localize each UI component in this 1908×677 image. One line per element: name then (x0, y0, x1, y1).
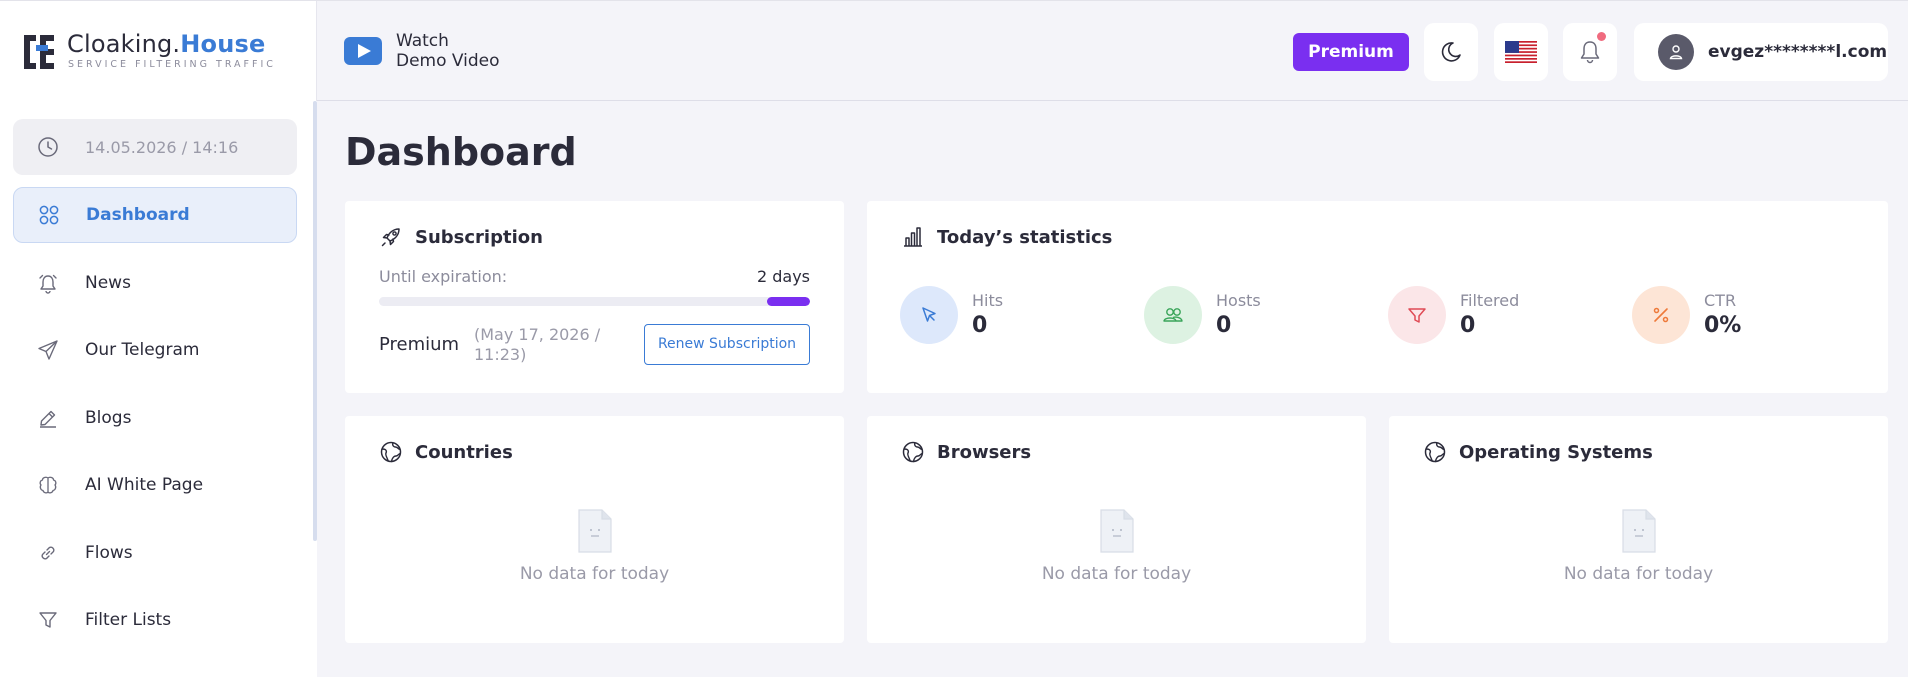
page-title: Dashboard (345, 130, 577, 174)
us-flag-icon (1505, 41, 1537, 63)
stat-hits-circle (900, 286, 958, 344)
until-expiration-value: 2 days (756, 267, 810, 286)
alarm-icon (37, 272, 59, 294)
play-icon (344, 37, 382, 65)
empty-state: No data for today (345, 508, 844, 584)
datetime-display: 14.05.2026 / 14:16 (13, 119, 297, 175)
theme-toggle-button[interactable] (1424, 23, 1478, 81)
stat-hosts-value: 0 (1216, 313, 1232, 338)
globe-icon (902, 441, 924, 463)
until-expiration-label: Until expiration: (379, 267, 508, 286)
statistics-title: Today’s statistics (901, 225, 1112, 249)
empty-state-text: No data for today (1563, 564, 1714, 584)
subscription-card: Subscription Until expiration: 2 days Pr… (345, 201, 844, 393)
cursor-icon (922, 307, 936, 322)
datetime-text: 14.05.2026 / 14:16 (85, 137, 239, 157)
sidebar-item-label: News (85, 273, 131, 293)
avatar (1658, 34, 1694, 70)
premium-button[interactable]: Premium (1293, 33, 1409, 71)
browsers-title: Browsers (901, 440, 1031, 464)
stat-hits-value: 0 (972, 313, 988, 338)
top-header: Cloaking.House SERVICE FILTERING TRAFFIC… (0, 0, 1908, 102)
sidebar-scrollbar[interactable] (313, 101, 317, 541)
stat-hits-label: Hits (972, 291, 1004, 310)
sidebar-item-label: Flows (85, 543, 133, 563)
subscription-progress-fill (766, 297, 810, 306)
sidebar-item-label: AI White Page (85, 475, 204, 495)
empty-file-icon (1621, 509, 1656, 553)
renew-subscription-button[interactable]: Renew Subscription (644, 324, 810, 365)
users-icon (1163, 308, 1183, 322)
stat-ctr-circle (1632, 286, 1690, 344)
operating-systems-title: Operating Systems (1423, 440, 1653, 464)
plan-name: Premium (379, 334, 460, 355)
language-selector[interactable] (1494, 23, 1548, 81)
send-icon (37, 339, 59, 361)
grid-icon (38, 204, 60, 226)
logo-tagline: SERVICE FILTERING TRAFFIC (68, 59, 276, 70)
operating-systems-card: Operating Systems No data for today (1389, 416, 1888, 643)
empty-file-icon (577, 509, 612, 553)
empty-state: No data for today (867, 508, 1366, 584)
empty-state: No data for today (1389, 508, 1888, 584)
browsers-card: Browsers No data for today (867, 416, 1366, 643)
stat-filtered: Filtered 0 (1388, 286, 1519, 344)
filter-icon (1408, 308, 1426, 323)
notifications-button[interactable] (1563, 23, 1617, 81)
sidebar: 14.05.2026 / 14:16 Dashboard News Our Te… (0, 101, 317, 677)
stat-filtered-circle (1388, 286, 1446, 344)
bar-chart-icon (904, 227, 922, 247)
user-menu[interactable]: evgez********l.com (1634, 23, 1888, 81)
sidebar-item-label: Dashboard (86, 205, 190, 225)
watch-demo-video-link[interactable]: Watch Demo Video (344, 31, 500, 71)
brain-icon (37, 474, 59, 496)
sidebar-item-ai-white-page[interactable]: AI White Page (13, 457, 297, 513)
stat-hits: Hits 0 (900, 286, 1003, 344)
stat-ctr-value: 0% (1704, 313, 1742, 338)
empty-state-text: No data for today (1041, 564, 1192, 584)
logo[interactable]: Cloaking.House SERVICE FILTERING TRAFFIC (0, 1, 317, 102)
stat-hosts-circle (1144, 286, 1202, 344)
sidebar-item-label: Our Telegram (85, 340, 200, 360)
globe-icon (380, 441, 402, 463)
stat-filtered-value: 0 (1460, 313, 1476, 338)
user-icon (1669, 45, 1683, 60)
moon-icon (1441, 42, 1461, 62)
stat-hosts: Hosts 0 (1144, 286, 1261, 344)
sidebar-item-filter-lists[interactable]: Filter Lists (13, 592, 297, 648)
edit-icon (37, 407, 59, 429)
clock-icon (37, 136, 59, 158)
sidebar-item-our-telegram[interactable]: Our Telegram (13, 322, 297, 378)
logo-mark-icon (24, 35, 54, 69)
empty-state-text: No data for today (519, 564, 670, 584)
link-icon (37, 542, 59, 564)
todays-statistics-card: Today’s statistics Hits 0 Hosts 0 Filter… (867, 201, 1888, 393)
sidebar-item-label: Blogs (85, 408, 132, 428)
watch-demo-text: Watch Demo Video (396, 31, 500, 71)
stat-hosts-label: Hosts (1216, 291, 1261, 310)
sidebar-item-blogs[interactable]: Blogs (13, 390, 297, 446)
notification-dot (1597, 32, 1606, 41)
countries-title: Countries (379, 440, 513, 464)
subscription-progress-bar (379, 297, 810, 306)
sidebar-item-label: Filter Lists (85, 610, 172, 630)
logo-text: Cloaking.House (67, 30, 266, 58)
plan-expiration-date: (May 17, 2026 / 11:23) (474, 325, 601, 364)
stat-ctr-label: CTR (1704, 291, 1737, 310)
rocket-icon (381, 228, 400, 247)
percent-icon (1653, 307, 1669, 323)
countries-card: Countries No data for today (345, 416, 844, 643)
stat-filtered-label: Filtered (1460, 291, 1520, 310)
filter-icon (37, 609, 59, 631)
sidebar-item-dashboard[interactable]: Dashboard (13, 187, 297, 243)
stat-ctr: CTR 0% (1632, 286, 1741, 344)
subscription-title: Subscription (379, 225, 543, 249)
bell-icon (1580, 41, 1600, 64)
empty-file-icon (1099, 509, 1134, 553)
sidebar-item-news[interactable]: News (13, 255, 297, 311)
globe-icon (1424, 441, 1446, 463)
user-email: evgez********l.com (1708, 42, 1888, 62)
sidebar-item-flows[interactable]: Flows (13, 525, 297, 581)
